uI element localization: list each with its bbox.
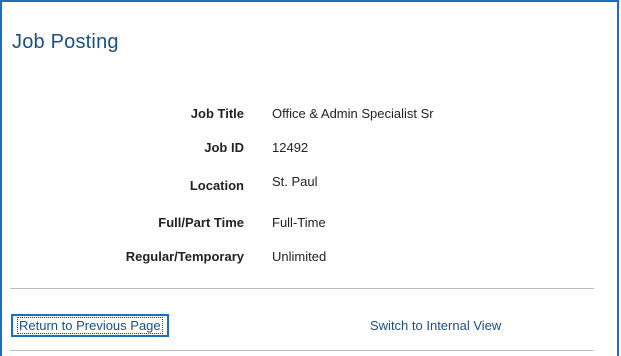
return-to-previous-page-link[interactable]: Return to Previous Page [11,314,169,337]
location-label: Location [189,178,244,193]
job-posting-panel: Job Posting Job Title Office & Admin Spe… [0,0,619,356]
detail-row-job-id: Job ID 12492 [2,140,602,160]
job-title-value: Office & Admin Specialist Sr [272,106,434,121]
full-part-time-value: Full-Time [272,215,326,230]
detail-row-job-title: Job Title Office & Admin Specialist Sr [2,106,602,126]
job-id-label: Job ID [204,140,244,155]
detail-row-regular-temporary: Regular/Temporary Unlimited [2,249,602,269]
switch-to-internal-view-link[interactable]: Switch to Internal View [370,318,501,333]
return-to-previous-page-label: Return to Previous Page [17,317,163,334]
regular-temporary-label: Regular/Temporary [125,249,244,264]
detail-row-full-part-time: Full/Part Time Full-Time [2,215,602,235]
location-value: St. Paul [272,174,318,189]
job-title-label: Job Title [190,106,244,121]
divider-top [10,288,594,289]
regular-temporary-value: Unlimited [272,249,327,264]
full-part-time-label: Full/Part Time [158,215,244,230]
divider-bottom [10,350,594,351]
detail-row-location: Location St. Paul [2,174,602,194]
job-id-value: 12492 [272,140,309,155]
page-title: Job Posting [12,31,119,53]
